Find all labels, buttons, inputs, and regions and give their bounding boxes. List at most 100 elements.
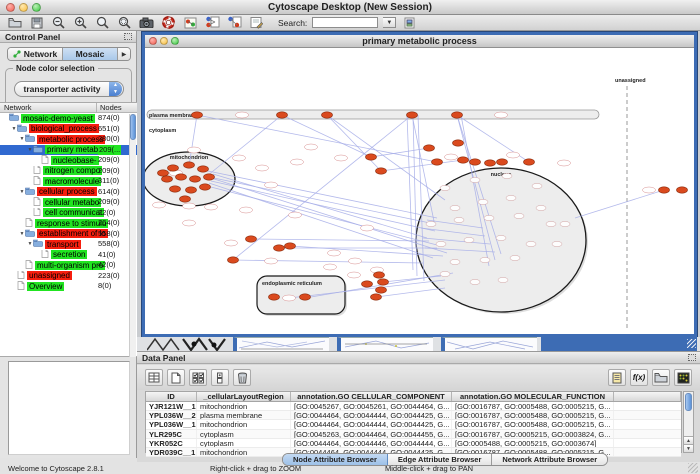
gene-label-node[interactable] <box>205 204 218 210</box>
mosaic-annotation-icon[interactable] <box>204 16 221 29</box>
graph-edge[interactable] <box>251 239 429 241</box>
network-minimize-button[interactable] <box>160 37 168 45</box>
minimize-button[interactable] <box>19 3 28 12</box>
nucleus-gene-node[interactable] <box>478 199 488 204</box>
gene-label-node[interactable] <box>183 203 196 209</box>
table-row[interactable]: YPL036W__1mitochondrion[GO:0044464, GO:0… <box>146 420 681 429</box>
nucleus-gene-node[interactable] <box>440 185 450 190</box>
gene-label-node[interactable] <box>265 182 278 188</box>
nucleus-gene-node[interactable] <box>480 257 490 262</box>
gene-label-node[interactable] <box>289 212 302 218</box>
zoom-out-icon[interactable] <box>50 16 67 29</box>
gene-node[interactable] <box>376 287 387 293</box>
nucleus-gene-node[interactable] <box>484 215 494 220</box>
graph-edge[interactable] <box>282 115 371 157</box>
gene-label-node[interactable] <box>291 159 304 165</box>
tree-row[interactable]: cell communicat22(0) <box>0 208 137 219</box>
table-scrollbar-thumb[interactable] <box>685 393 692 411</box>
open-folder-icon[interactable] <box>6 16 23 29</box>
gene-label-node[interactable] <box>324 264 337 270</box>
gene-label-node[interactable] <box>507 152 520 158</box>
plasma-membrane-region[interactable] <box>147 110 599 119</box>
gene-node[interactable] <box>485 160 496 166</box>
table-cell[interactable]: [GO:0016787, GO:0005488, GO:0005215, G..… <box>452 402 614 410</box>
nucleus-gene-node[interactable] <box>514 213 524 218</box>
gene-node[interactable] <box>158 170 169 176</box>
zoom-fit-icon[interactable] <box>94 16 111 29</box>
birdseye-view[interactable] <box>8 361 130 455</box>
gene-label-node[interactable] <box>495 112 508 118</box>
gene-label-node[interactable] <box>558 160 571 166</box>
table-cell[interactable]: YPL036W__1 <box>146 420 197 428</box>
nucleus-gene-node[interactable] <box>464 237 474 242</box>
table-cell[interactable]: [GO:0045267, GO:0045261, GO:0044464, G..… <box>291 402 452 410</box>
gene-label-node[interactable] <box>153 202 166 208</box>
save-icon[interactable] <box>28 16 45 29</box>
zoom-in-icon[interactable] <box>72 16 89 29</box>
gene-label-node[interactable] <box>225 240 238 246</box>
network-window-titlebar[interactable]: primary metabolic process <box>145 35 694 48</box>
background-window-fragment[interactable] <box>441 337 537 351</box>
table-cell[interactable]: YLR295C <box>146 430 197 438</box>
gene-node[interactable] <box>228 257 239 263</box>
table-cell[interactable]: cytoplasm <box>197 439 291 447</box>
column-header[interactable]: annotation.GO CELLULAR_COMPONENT <box>291 392 452 401</box>
window-resize-grip[interactable] <box>688 463 698 473</box>
gene-node[interactable] <box>458 157 469 163</box>
float-panel-icon[interactable] <box>124 33 132 40</box>
nucleus-gene-node[interactable] <box>496 235 506 240</box>
table-cell[interactable]: mitochondrion <box>197 448 291 456</box>
graph-edge[interactable] <box>327 115 381 171</box>
float-panel-icon[interactable] <box>688 354 696 361</box>
table-cell[interactable]: mitochondrion <box>197 402 291 410</box>
tree-row[interactable]: secretion41(0) <box>0 250 137 261</box>
scroll-up-icon[interactable]: ▲ <box>684 436 693 444</box>
gene-label-node[interactable] <box>328 250 341 256</box>
gene-node[interactable] <box>170 186 181 192</box>
gene-node[interactable] <box>176 174 187 180</box>
delete-attribute-icon[interactable] <box>233 369 251 386</box>
nucleus-gene-node[interactable] <box>454 217 464 222</box>
gene-node[interactable] <box>424 145 435 151</box>
column-header[interactable]: annotation.GO MOLECULAR_FUNCTION <box>452 392 614 401</box>
gene-label-node[interactable] <box>233 155 246 161</box>
tree-row[interactable]: ▼establishment of lo558(0) <box>0 229 137 240</box>
gene-node[interactable] <box>162 176 173 182</box>
table-cell[interactable]: [GO:0044464, GO:0044444, GO:0044425, G..… <box>291 411 452 419</box>
tree-row[interactable]: ▼transport558(0) <box>0 239 137 250</box>
formula-icon[interactable]: f(x) <box>630 369 648 386</box>
nucleus-gene-node[interactable] <box>450 205 460 210</box>
background-window-fragment[interactable] <box>337 337 433 351</box>
gene-label-node[interactable] <box>236 112 249 118</box>
background-window-fragment[interactable] <box>233 337 329 351</box>
table-cell[interactable]: YPL036W__2 <box>146 411 197 419</box>
window-titlebar[interactable]: Cytoscape Desktop (New Session) <box>0 0 700 15</box>
network-close-button[interactable] <box>149 37 157 45</box>
table-cell[interactable]: YDR039C__1 <box>146 448 197 456</box>
filter-edit-icon[interactable] <box>248 16 265 29</box>
graph-edge[interactable] <box>407 115 413 270</box>
gene-node[interactable] <box>322 112 333 118</box>
snapshot-camera-icon[interactable] <box>138 16 155 29</box>
search-dropdown-button[interactable]: ▼ <box>383 17 396 28</box>
table-cell[interactable]: cytoplasm <box>197 430 291 438</box>
table-cell[interactable]: [GO:0005488, GO:0005215, GO:0003674] <box>452 439 614 447</box>
table-cell[interactable]: plasma membrane <box>197 411 291 419</box>
gene-node[interactable] <box>274 245 285 251</box>
gene-node[interactable] <box>407 112 418 118</box>
graph-edge[interactable] <box>209 177 430 223</box>
tree-row[interactable]: macromolecule311(0) <box>0 176 137 187</box>
table-cell[interactable]: [GO:0044464, GO:0044446, GO:0044444, G..… <box>291 439 452 447</box>
gene-node[interactable] <box>300 294 311 300</box>
tree-row[interactable]: multi-organism pro42(0) <box>0 260 137 271</box>
matrix-icon[interactable] <box>674 369 692 386</box>
gene-node[interactable] <box>470 159 481 165</box>
nucleus-gene-node[interactable] <box>502 173 512 178</box>
nucleus-gene-node[interactable] <box>470 279 480 284</box>
gene-node[interactable] <box>432 159 443 165</box>
gene-label-node[interactable] <box>361 225 374 231</box>
node-color-dropdown[interactable]: transporter activity ▲▼ <box>14 81 124 97</box>
network-zoom-button[interactable] <box>171 37 179 45</box>
gene-label-node[interactable] <box>348 272 361 278</box>
gene-node[interactable] <box>277 112 288 118</box>
